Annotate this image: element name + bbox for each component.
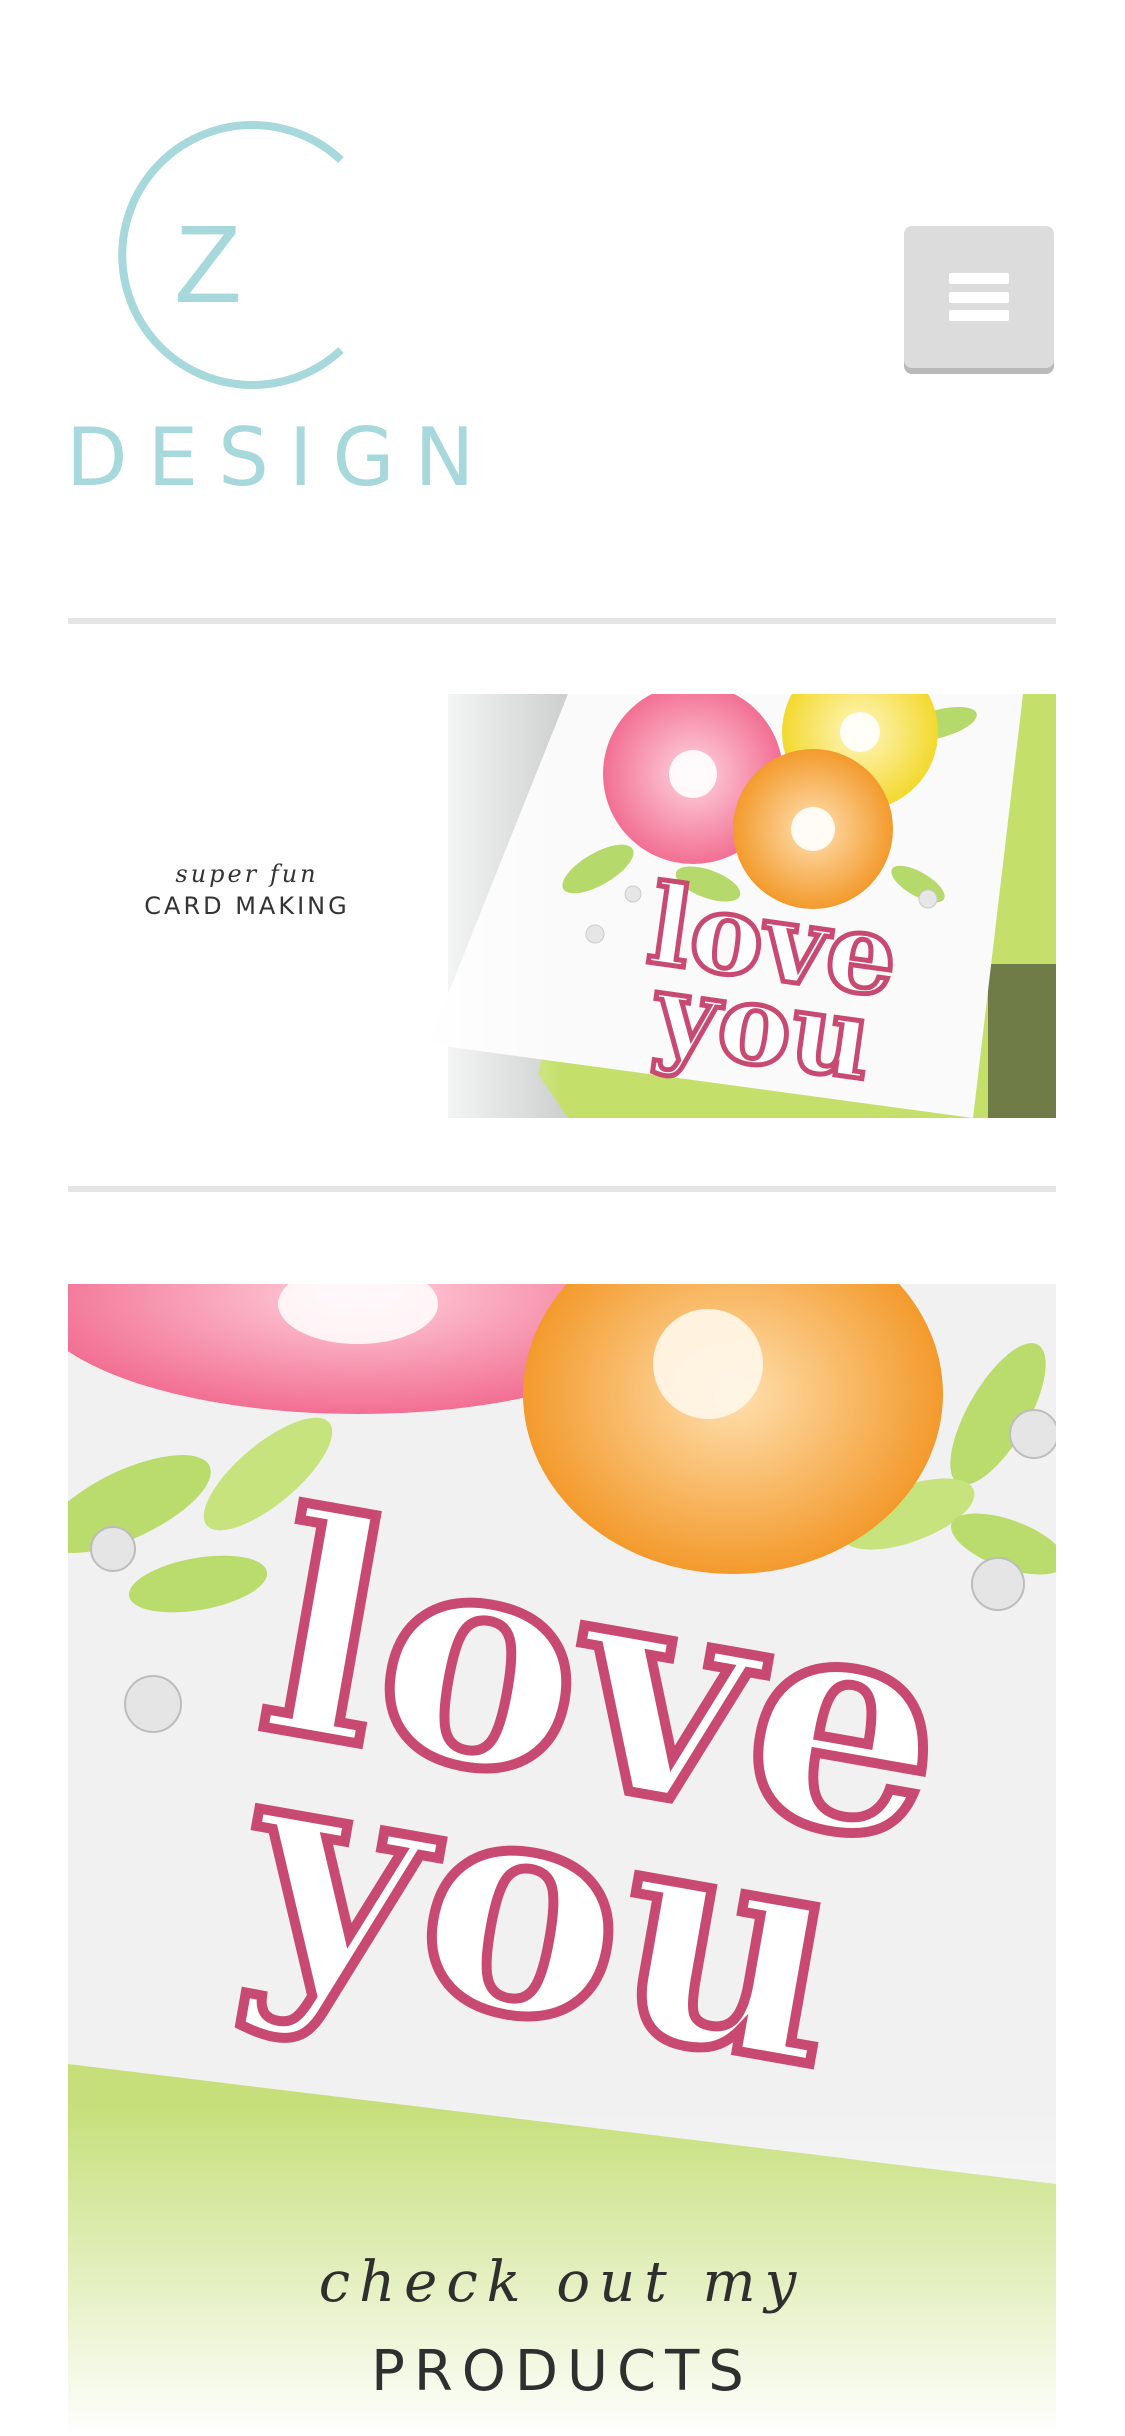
products-script-text: check out my xyxy=(318,2250,806,2315)
logo-circle-icon: Z xyxy=(118,121,344,389)
divider xyxy=(68,618,1056,624)
products-banner[interactable]: love you check out my PRODUCTS xyxy=(68,1284,1056,2436)
page: Z DESIGN super fun CARD MAKING love you … xyxy=(0,0,1125,2436)
banner-caps-text: CARD MAKING xyxy=(144,892,350,920)
products-caption: check out my PRODUCTS xyxy=(68,2250,1056,2404)
logo-letter: Z xyxy=(174,203,241,326)
card-making-banner[interactable]: love you super fun CARD MAKING xyxy=(68,694,1056,1118)
site-logo[interactable]: Z DESIGN xyxy=(66,110,474,498)
banner-script-text: super fun xyxy=(175,860,319,888)
divider xyxy=(68,1186,1056,1192)
hamburger-icon xyxy=(949,273,1009,321)
banner-caption: super fun CARD MAKING xyxy=(132,860,362,920)
logo-wordmark: DESIGN xyxy=(66,411,495,504)
products-caps-text: PRODUCTS xyxy=(371,2339,753,2404)
menu-button[interactable] xyxy=(904,226,1054,368)
